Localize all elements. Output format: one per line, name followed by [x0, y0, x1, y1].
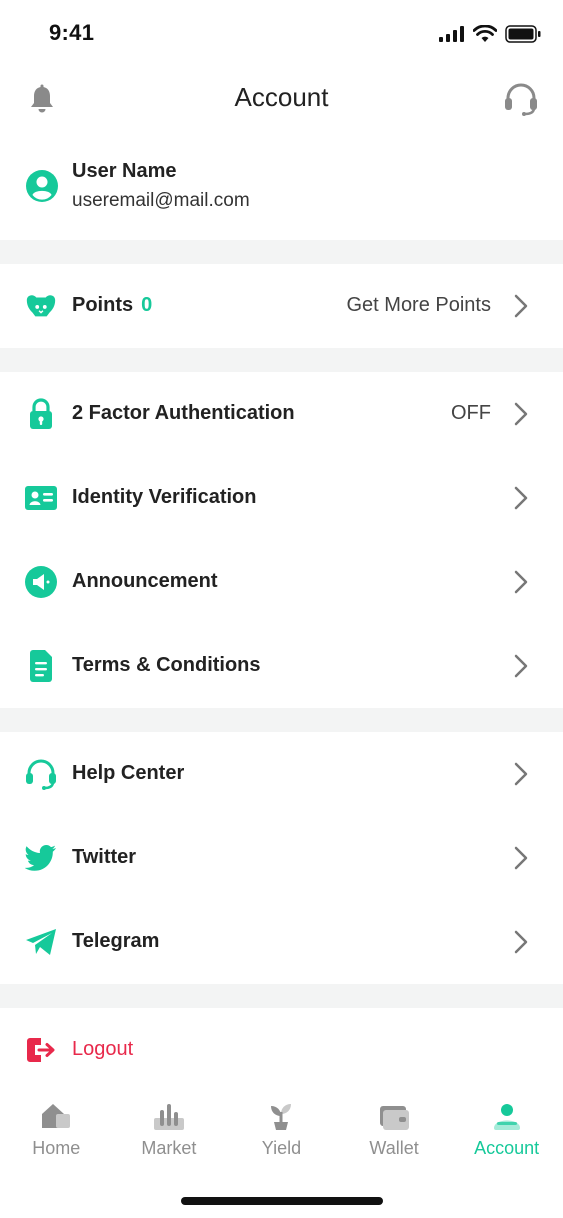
user-profile[interactable]: User Name useremail@mail.com: [0, 140, 563, 240]
points-row[interactable]: Points 0 Get More Points: [0, 264, 563, 348]
wallet-icon: [380, 1106, 410, 1130]
menu-item-label: Terms & Conditions: [72, 654, 261, 676]
account-icon: [493, 1104, 520, 1130]
user-name: User Name: [72, 160, 177, 182]
points-count: 0: [141, 294, 153, 316]
headset-icon: [24, 758, 58, 790]
points-icon: [24, 290, 58, 322]
chevron-right-icon: [514, 930, 528, 954]
market-icon: [153, 1104, 184, 1130]
battery-icon: [505, 25, 541, 43]
points-label-text: Points: [72, 294, 134, 316]
yield-icon: [271, 1104, 292, 1130]
id-card-icon: [24, 482, 58, 514]
logout-button[interactable]: Logout: [0, 1008, 563, 1092]
section-divider: [0, 348, 563, 372]
section-divider: [0, 240, 563, 264]
signal-icon: [439, 26, 464, 42]
menu-item-help-center[interactable]: Help Center: [0, 732, 563, 816]
menu-item-label: Help Center: [72, 762, 185, 784]
tab-wallet[interactable]: Wallet: [338, 1092, 451, 1172]
tab-account[interactable]: Account: [450, 1092, 563, 1172]
tab-label: Yield: [261, 1138, 302, 1158]
menu-item-identity-verification[interactable]: Identity Verification: [0, 456, 563, 540]
chevron-right-icon: [514, 294, 528, 318]
logout-label: Logout: [72, 1038, 134, 1060]
tab-label: Home: [32, 1138, 81, 1158]
status-icons: [439, 24, 541, 44]
menu-item-label: Announcement: [72, 570, 218, 592]
home-icon: [42, 1104, 71, 1128]
wifi-icon: [473, 25, 497, 42]
tab-market[interactable]: Market: [113, 1092, 226, 1172]
twitter-icon: [24, 842, 58, 874]
status-bar: 9:41: [0, 0, 563, 64]
home-indicator: [181, 1197, 383, 1205]
chevron-right-icon: [514, 762, 528, 786]
chevron-right-icon: [514, 486, 528, 510]
headset-icon[interactable]: [503, 82, 539, 116]
menu-item-label: Twitter: [72, 846, 137, 868]
tab-bar: Home Market Yield Wallet Account: [0, 1092, 563, 1172]
tab-label: Account: [474, 1138, 540, 1158]
2fa-status-value: OFF: [451, 402, 491, 424]
section-divider: [0, 708, 563, 732]
tab-yield[interactable]: Yield: [225, 1092, 338, 1172]
tab-home[interactable]: Home: [0, 1092, 113, 1172]
menu-item-terms[interactable]: Terms & Conditions: [0, 624, 563, 708]
status-time: 9:41: [49, 20, 95, 45]
chevron-right-icon: [514, 846, 528, 870]
lock-icon: [24, 398, 58, 430]
chevron-right-icon: [514, 402, 528, 426]
get-more-points-link[interactable]: Get More Points: [346, 294, 491, 317]
tab-label: Market: [141, 1138, 197, 1158]
page-title: Account: [234, 82, 329, 112]
section-divider: [0, 984, 563, 1008]
menu-item-label: Telegram: [72, 930, 160, 952]
chevron-right-icon: [514, 570, 528, 594]
chevron-right-icon: [514, 654, 528, 678]
points-label: Points 0: [72, 294, 152, 317]
user-email: useremail@mail.com: [72, 190, 250, 211]
menu-item-label: Identity Verification: [72, 486, 257, 508]
menu-item-label: 2 Factor Authentication: [72, 402, 295, 424]
menu-item-2fa[interactable]: 2 Factor Authentication OFF: [0, 372, 563, 456]
nav-bar: Account: [0, 70, 563, 128]
telegram-icon: [24, 926, 58, 958]
tab-label: Wallet: [369, 1138, 419, 1158]
menu-item-announcement[interactable]: Announcement: [0, 540, 563, 624]
megaphone-icon: [24, 566, 58, 598]
menu-item-telegram[interactable]: Telegram: [0, 900, 563, 984]
document-icon: [24, 650, 58, 682]
menu-item-twitter[interactable]: Twitter: [0, 816, 563, 900]
user-avatar-icon: [26, 170, 58, 202]
logout-icon: [24, 1034, 58, 1066]
